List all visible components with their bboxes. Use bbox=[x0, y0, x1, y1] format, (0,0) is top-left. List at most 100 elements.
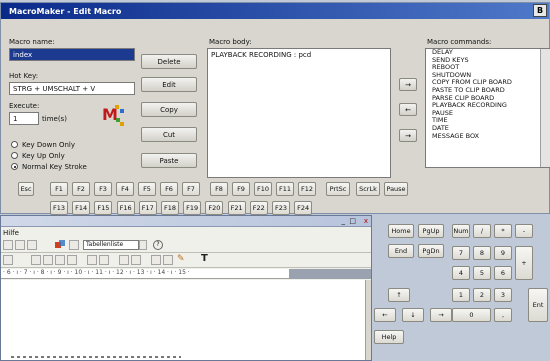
numbering-icon[interactable] bbox=[87, 255, 97, 265]
macro-name-input[interactable]: index bbox=[9, 48, 135, 61]
show-hide-icon[interactable] bbox=[69, 240, 79, 250]
key-f14[interactable]: F14 bbox=[72, 201, 91, 215]
style-dropdown[interactable]: Tabellenliste bbox=[83, 240, 139, 250]
command-item[interactable]: MESSAGE BOX bbox=[429, 132, 550, 141]
help-key[interactable]: Help bbox=[374, 330, 404, 344]
cut-button[interactable]: Cut bbox=[141, 127, 197, 142]
key-f8[interactable]: F8 bbox=[210, 182, 228, 196]
key-scrlk[interactable]: ScrLk bbox=[356, 182, 380, 196]
key-f22[interactable]: F22 bbox=[249, 201, 268, 215]
numpad-2[interactable]: 2 bbox=[473, 288, 491, 302]
numpad-enter[interactable]: Ent bbox=[528, 288, 548, 322]
bullets-icon[interactable] bbox=[99, 255, 109, 265]
add-command-button[interactable]: → bbox=[399, 78, 417, 91]
key-f13[interactable]: F13 bbox=[50, 201, 68, 215]
key-f18[interactable]: F18 bbox=[161, 201, 179, 215]
key-f4[interactable]: F4 bbox=[116, 182, 134, 196]
numpad-8[interactable]: 8 bbox=[473, 246, 491, 260]
key-f1[interactable]: F1 bbox=[50, 182, 68, 196]
radio-normal-key-stroke[interactable] bbox=[11, 163, 18, 170]
key-f21[interactable]: F21 bbox=[227, 201, 246, 215]
arrow-key-1[interactable]: ↓ bbox=[402, 308, 424, 322]
numpad-5[interactable]: 5 bbox=[473, 266, 491, 280]
grid-icon[interactable] bbox=[27, 240, 37, 250]
paste-button[interactable]: Paste bbox=[141, 153, 197, 168]
align-right-icon[interactable] bbox=[55, 255, 65, 265]
border-icon[interactable] bbox=[151, 255, 161, 265]
table-icon[interactable] bbox=[3, 240, 13, 250]
edit-button[interactable]: Edit bbox=[141, 77, 197, 92]
commands-scrollbar[interactable] bbox=[540, 49, 550, 167]
document-page[interactable] bbox=[1, 280, 365, 360]
style-icon[interactable] bbox=[3, 255, 13, 265]
numpad-7[interactable]: 7 bbox=[452, 246, 470, 260]
key-f6[interactable]: F6 bbox=[160, 182, 178, 196]
highlight-icon[interactable]: ✎ bbox=[177, 254, 185, 264]
key-f10[interactable]: F10 bbox=[254, 182, 272, 196]
key-pgup[interactable]: PgUp bbox=[418, 224, 444, 238]
radio-key-up-only[interactable] bbox=[11, 152, 18, 159]
key-f24[interactable]: F24 bbox=[294, 201, 313, 215]
key-f9[interactable]: F9 bbox=[232, 182, 250, 196]
key-f16[interactable]: F16 bbox=[116, 201, 135, 215]
key-f12[interactable]: F12 bbox=[298, 182, 316, 196]
delete-button[interactable]: Delete bbox=[141, 54, 197, 69]
key-home[interactable]: Home bbox=[388, 224, 414, 238]
drawing-icon[interactable] bbox=[55, 240, 65, 250]
document-scrollbar[interactable] bbox=[365, 280, 371, 360]
key-f23[interactable]: F23 bbox=[272, 201, 290, 215]
outdent-icon[interactable] bbox=[119, 255, 129, 265]
key-f7[interactable]: F7 bbox=[182, 182, 200, 196]
arrow-up-key[interactable]: ↑ bbox=[388, 288, 410, 302]
maximize-icon[interactable]: □ bbox=[349, 217, 356, 225]
numpad-3[interactable]: 3 bbox=[494, 288, 512, 302]
numpad-key-3[interactable]: - bbox=[515, 224, 533, 238]
key-f2[interactable]: F2 bbox=[72, 182, 90, 196]
close-icon[interactable]: B bbox=[533, 4, 547, 17]
numpad-6[interactable]: 6 bbox=[494, 266, 512, 280]
table-borders-icon[interactable] bbox=[163, 255, 173, 265]
numpad-0[interactable]: 0 bbox=[452, 308, 491, 322]
macro-commands-list[interactable]: DELAY SEND KEYS REBOOT SHUTDOWN COPY FROM CL… bbox=[425, 48, 550, 168]
key-f11[interactable]: F11 bbox=[276, 182, 294, 196]
copy-button[interactable]: Copy bbox=[141, 102, 197, 117]
numpad-decimal[interactable]: , bbox=[494, 308, 512, 322]
key-esc[interactable]: Esc bbox=[18, 182, 34, 196]
numpad-key-1[interactable]: / bbox=[473, 224, 491, 238]
arrow-key-2[interactable]: → bbox=[430, 308, 452, 322]
key-f3[interactable]: F3 bbox=[94, 182, 112, 196]
chevron-down-icon[interactable] bbox=[139, 240, 147, 250]
hotkey-input[interactable]: STRG + UMSCHALT + V bbox=[9, 82, 135, 95]
close-word-icon[interactable]: x bbox=[364, 217, 368, 225]
columns-icon[interactable] bbox=[15, 240, 25, 250]
key-f19[interactable]: F19 bbox=[183, 201, 202, 215]
insert-command-button[interactable]: → bbox=[399, 129, 417, 142]
key-end[interactable]: End bbox=[388, 244, 414, 258]
numpad-9[interactable]: 9 bbox=[494, 246, 512, 260]
align-left-icon[interactable] bbox=[31, 255, 41, 265]
minimize-icon[interactable]: _ bbox=[342, 217, 346, 225]
justify-icon[interactable] bbox=[67, 255, 77, 265]
key-f17[interactable]: F17 bbox=[138, 201, 157, 215]
key-f20[interactable]: F20 bbox=[205, 201, 224, 215]
numpad-1[interactable]: 1 bbox=[452, 288, 470, 302]
numpad-plus[interactable]: + bbox=[515, 246, 533, 280]
key-pgdn[interactable]: PgDn bbox=[418, 244, 444, 258]
radio-key-down-only[interactable] bbox=[11, 141, 18, 148]
key-f5[interactable]: F5 bbox=[138, 182, 156, 196]
font-color-icon[interactable]: T bbox=[201, 253, 208, 264]
menu-help-item[interactable]: Hilfe bbox=[3, 229, 19, 237]
key-pause[interactable]: Pause bbox=[384, 182, 408, 196]
arrow-key-0[interactable]: ← bbox=[374, 308, 396, 322]
key-f15[interactable]: F15 bbox=[94, 201, 113, 215]
key-prtsc[interactable]: PrtSc bbox=[326, 182, 350, 196]
macro-body-textarea[interactable]: PLAYBACK RECORDING : pcd bbox=[207, 48, 391, 178]
numpad-key-2[interactable]: * bbox=[494, 224, 512, 238]
remove-command-button[interactable]: ← bbox=[399, 103, 417, 116]
numpad-key-0[interactable]: Num bbox=[452, 224, 470, 238]
numpad-4[interactable]: 4 bbox=[452, 266, 470, 280]
indent-icon[interactable] bbox=[131, 255, 141, 265]
execute-count-input[interactable]: 1 bbox=[9, 112, 39, 125]
align-center-icon[interactable] bbox=[43, 255, 53, 265]
help-icon[interactable]: ? bbox=[153, 240, 163, 250]
